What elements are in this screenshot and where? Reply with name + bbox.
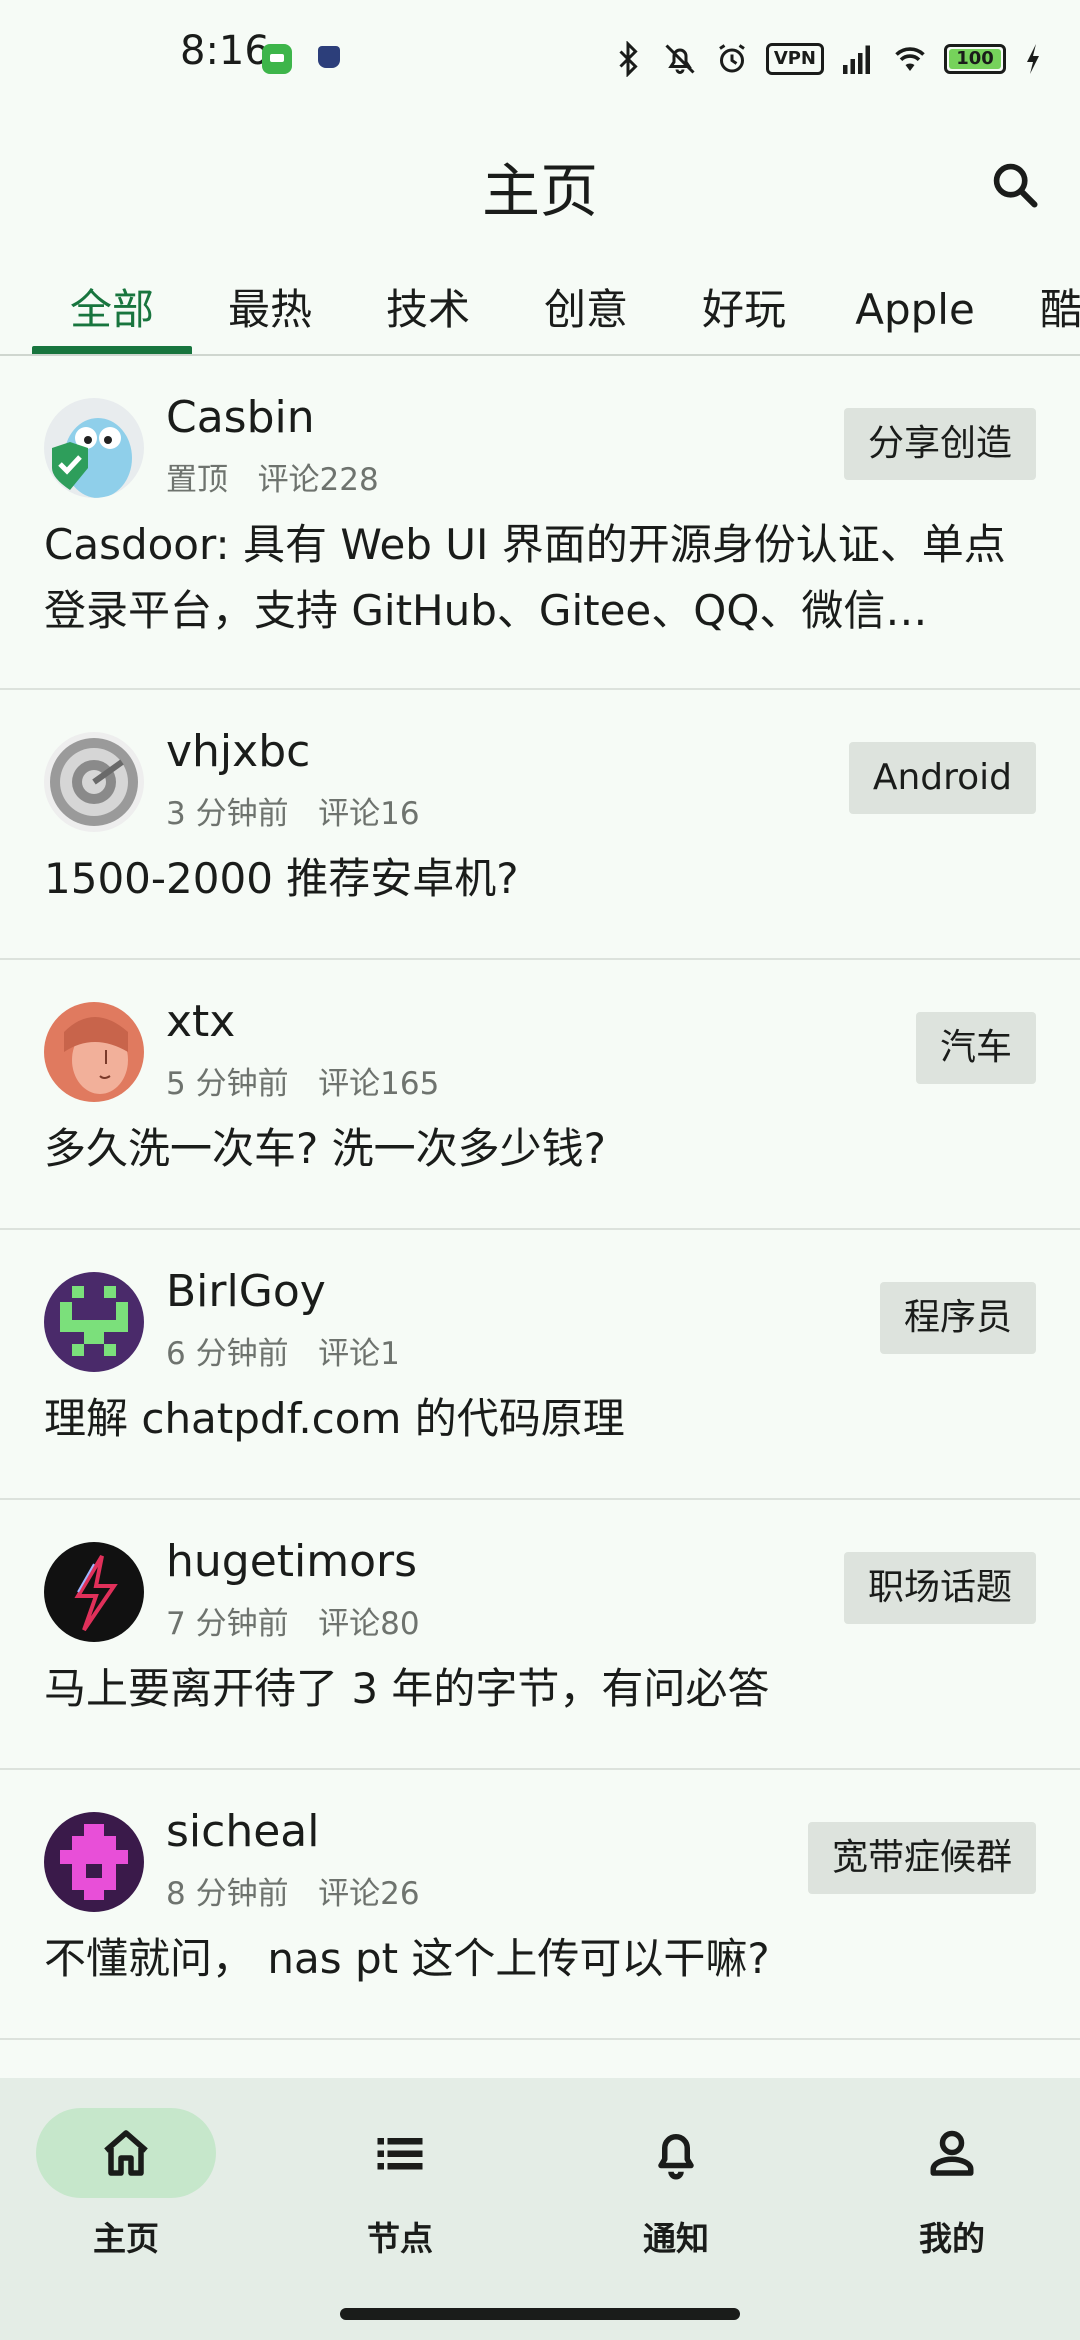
page-title: 主页 [481, 157, 598, 225]
post-author[interactable]: xtx [166, 996, 235, 1047]
avatar[interactable] [44, 1812, 144, 1912]
post-time: 5 分钟前 [166, 1066, 289, 1102]
avatar[interactable] [44, 398, 144, 498]
post-title[interactable]: 理解 chatpdf.com 的代码原理 [44, 1386, 1040, 1452]
list-item[interactable]: xtx 5 分钟前 评论165 汽车 多久洗一次车? 洗一次多少钱? [0, 960, 1080, 1230]
avatar[interactable] [44, 1272, 144, 1372]
nav-label: 通知 [643, 2219, 709, 2258]
gopher-shield-avatar-icon [44, 398, 144, 498]
avatar[interactable] [44, 1002, 144, 1102]
nav-label: 主页 [93, 2219, 159, 2258]
post-author[interactable]: Casbin [166, 392, 315, 443]
comment-count: 评论80 [318, 1606, 420, 1642]
comment-count: 评论16 [318, 796, 420, 832]
node-tag[interactable]: 宽带症候群 [807, 1822, 1036, 1894]
list-item[interactable]: sicheal 8 分钟前 评论26 宽带症候群 不懂就问， nas pt 这个… [0, 1770, 1080, 2040]
post-title[interactable]: 马上要离开待了 3 年的字节，有问必答 [44, 1656, 1040, 1722]
charging-icon [1027, 44, 1039, 74]
list-icon [377, 2138, 423, 2170]
pixel-avatar-icon [44, 1812, 144, 1912]
status-bar: 8:16 VPN 100 [0, 0, 1080, 120]
post-title[interactable]: Casdoor: 具有 Web UI 界面的开源身份认证、单点登录平台，支持 G… [44, 512, 1040, 644]
pinned-label: 置顶 [166, 462, 228, 498]
post-meta: 3 分钟前 评论16 [166, 788, 420, 833]
nav-profile[interactable]: 我的 [862, 2108, 1042, 2268]
post-time: 7 分钟前 [166, 1606, 289, 1642]
comment-count: 评论1 [318, 1336, 400, 1372]
post-title[interactable]: 不懂就问， nas pt 这个上传可以干嘛? [44, 1926, 1040, 1992]
search-button[interactable] [974, 144, 1056, 226]
node-tag[interactable]: 汽车 [915, 1012, 1036, 1084]
node-tag[interactable]: 分享创造 [843, 408, 1036, 480]
tab-hot[interactable]: 最热 [200, 270, 340, 352]
node-tag[interactable]: 职场话题 [843, 1552, 1036, 1624]
post-author[interactable]: hugetimors [166, 1536, 417, 1587]
wifi-icon [895, 47, 925, 71]
nav-label: 我的 [919, 2219, 985, 2258]
alarm-icon [718, 44, 745, 73]
vpn-indicator: VPN [765, 43, 824, 75]
nav-nodes[interactable]: 节点 [310, 2108, 490, 2268]
post-time: 6 分钟前 [166, 1336, 289, 1372]
comment-count: 评论26 [318, 1876, 420, 1912]
gear-avatar-icon [44, 732, 144, 832]
post-meta: 置顶 评论228 [166, 454, 379, 499]
bluetooth-icon [619, 41, 638, 77]
post-title[interactable]: 多久洗一次车? 洗一次多少钱? [44, 1116, 1040, 1182]
post-author[interactable]: sicheal [166, 1806, 319, 1857]
node-tag[interactable]: Android [848, 742, 1036, 814]
pixel-avatar-icon [44, 1272, 144, 1372]
cat-notification-icon [318, 46, 340, 68]
tab-tech[interactable]: 技术 [358, 270, 498, 352]
nav-notifications[interactable]: 通知 [586, 2108, 766, 2268]
post-meta: 7 分钟前 评论80 [166, 1598, 420, 1643]
app-notification-icon [262, 44, 292, 74]
status-icons: VPN 100 [610, 34, 1044, 84]
comment-count: 评论228 [257, 462, 379, 498]
tab-creative[interactable]: 创意 [516, 270, 656, 352]
nav-label: 节点 [367, 2219, 433, 2258]
nav-home[interactable]: 主页 [36, 2108, 216, 2268]
status-time: 8:16 [180, 28, 270, 74]
post-meta: 8 分钟前 评论26 [166, 1868, 420, 1913]
top-app-bar: 主页 [0, 120, 1080, 250]
face-avatar-icon [44, 1002, 144, 1102]
list-item[interactable]: Casbin 置顶 评论228 分享创造 Casdoor: 具有 Web UI … [0, 356, 1080, 690]
avatar[interactable] [44, 1542, 144, 1642]
signal-icon [843, 45, 870, 74]
post-meta: 6 分钟前 评论1 [166, 1328, 400, 1373]
tab-apple[interactable]: Apple [840, 270, 990, 352]
bell-icon [658, 2134, 694, 2180]
post-meta: 5 分钟前 评论165 [166, 1058, 439, 1103]
tab-cool[interactable]: 酷 [1040, 270, 1080, 352]
list-item[interactable]: BirlGoy 6 分钟前 评论1 程序员 理解 chatpdf.com 的代码… [0, 1230, 1080, 1500]
person-icon [930, 2130, 974, 2176]
lightning-avatar-icon [44, 1542, 144, 1642]
avatar[interactable] [44, 732, 144, 832]
bottom-navigation: 主页 节点 通知 我的 [0, 2078, 1080, 2340]
list-item[interactable]: vhjxbc 3 分钟前 评论16 Android 1500-2000 推荐安卓… [0, 690, 1080, 960]
post-time: 8 分钟前 [166, 1876, 289, 1912]
node-tag[interactable]: 程序员 [879, 1282, 1036, 1354]
comment-count: 评论165 [318, 1066, 440, 1102]
tab-indicator [32, 346, 192, 354]
tab-all[interactable]: 全部 [32, 270, 192, 352]
tab-fun[interactable]: 好玩 [674, 270, 814, 352]
post-title[interactable]: 1500-2000 推荐安卓机? [44, 846, 1040, 912]
home-icon [104, 2130, 148, 2176]
category-tabs: 全部 最热 技术 创意 好玩 Apple 酷 [0, 270, 1080, 356]
post-author[interactable]: BirlGoy [166, 1266, 326, 1317]
mute-bell-icon [665, 44, 695, 74]
gesture-handle [340, 2308, 740, 2320]
search-icon [993, 163, 1038, 208]
post-author[interactable]: vhjxbc [166, 726, 310, 777]
battery-level: 100 [949, 49, 1001, 69]
post-list: Casbin 置顶 评论228 分享创造 Casdoor: 具有 Web UI … [0, 356, 1080, 2040]
battery-icon: 100 [944, 44, 1006, 74]
post-time: 3 分钟前 [166, 796, 289, 832]
list-item[interactable]: hugetimors 7 分钟前 评论80 职场话题 马上要离开待了 3 年的字… [0, 1500, 1080, 1770]
